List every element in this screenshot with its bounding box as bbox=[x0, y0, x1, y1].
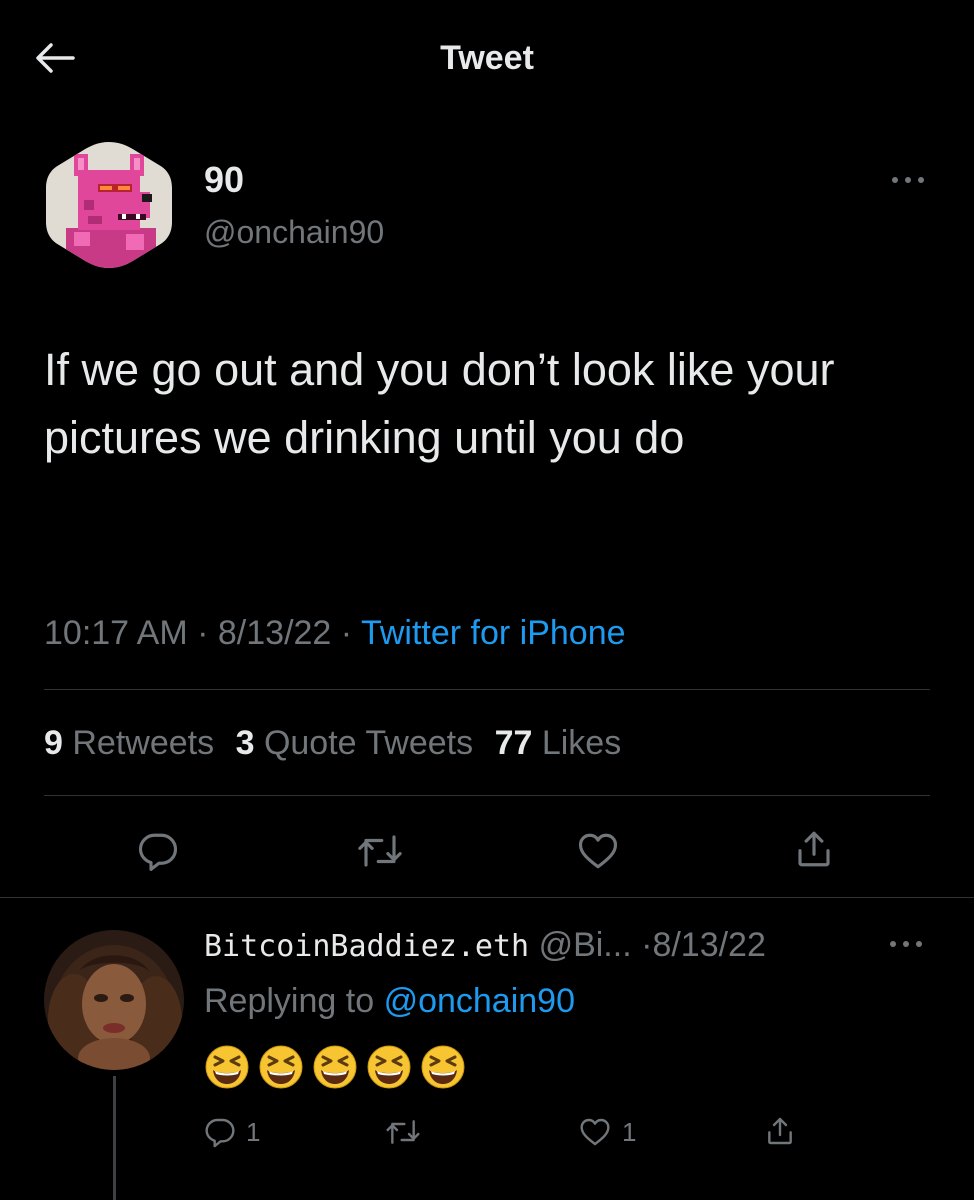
thread-line bbox=[113, 1076, 116, 1200]
reply-header: BitcoinBaddiez.eth @Bi... ·8/13/22 bbox=[204, 920, 766, 972]
tweet-time: 10:17 AM bbox=[44, 614, 188, 652]
reply-separator: · bbox=[641, 926, 653, 964]
divider bbox=[0, 897, 974, 898]
retweets-stat[interactable]: 9 Retweets bbox=[44, 724, 214, 762]
meta-separator: · bbox=[197, 614, 209, 652]
grinning-squinting-face-icon bbox=[367, 1045, 411, 1089]
share-button[interactable] bbox=[786, 822, 842, 876]
author-handle[interactable]: @onchain90 bbox=[204, 210, 384, 254]
reply-author-name[interactable]: BitcoinBaddiez.eth bbox=[204, 929, 529, 964]
divider bbox=[44, 689, 930, 690]
reply-count: 1 bbox=[246, 1116, 261, 1147]
page-title: Tweet bbox=[440, 39, 534, 77]
divider bbox=[44, 795, 930, 796]
reply-share-button[interactable] bbox=[764, 1108, 796, 1154]
more-horizontal-icon bbox=[890, 941, 922, 947]
grinning-squinting-face-icon bbox=[205, 1045, 249, 1089]
comment-icon bbox=[138, 833, 178, 871]
reply-author-avatar[interactable] bbox=[44, 930, 184, 1070]
likes-stat[interactable]: 77 Likes bbox=[495, 724, 622, 762]
reply-retweet-button[interactable] bbox=[384, 1110, 422, 1154]
grinning-squinting-face-icon bbox=[421, 1045, 465, 1089]
heart-icon bbox=[580, 1118, 610, 1146]
share-icon bbox=[798, 831, 830, 867]
heart-icon bbox=[578, 833, 618, 869]
grinning-squinting-face-icon bbox=[313, 1045, 357, 1089]
replying-mention-link[interactable]: @onchain90 bbox=[384, 982, 575, 1020]
more-options-button[interactable] bbox=[888, 166, 928, 194]
reply-emojis bbox=[204, 1044, 466, 1090]
retweet-icon bbox=[358, 835, 402, 867]
tweet-date: 8/13/22 bbox=[217, 614, 332, 652]
reply-reply-button[interactable]: 1 bbox=[204, 1110, 260, 1154]
like-button[interactable] bbox=[570, 826, 626, 876]
meta-separator: · bbox=[340, 614, 353, 652]
author-name[interactable]: 90 bbox=[204, 158, 244, 202]
tweet-stats: 9 Retweets 3 Quote Tweets 77 Likes bbox=[44, 718, 633, 768]
tweet-meta: 10:17 AM · 8/13/22 · Twitter for iPhone bbox=[44, 608, 626, 658]
reply-author-handle[interactable]: @Bi... bbox=[539, 926, 632, 964]
share-icon bbox=[768, 1117, 792, 1145]
quote-tweets-stat[interactable]: 3 Quote Tweets bbox=[236, 724, 474, 762]
tweet-text: If we go out and you don’t look like you… bbox=[44, 344, 835, 463]
comment-icon bbox=[205, 1118, 235, 1148]
retweet-icon bbox=[386, 1120, 420, 1144]
grinning-squinting-face-icon bbox=[259, 1045, 303, 1089]
author-avatar[interactable] bbox=[44, 140, 174, 270]
reply-like-button[interactable]: 1 bbox=[578, 1110, 636, 1154]
more-horizontal-icon bbox=[892, 177, 924, 183]
replying-to: Replying to @onchain90 bbox=[204, 976, 575, 1026]
reply-button[interactable] bbox=[130, 826, 186, 876]
replying-label: Replying to bbox=[204, 982, 375, 1020]
reply-more-options-button[interactable] bbox=[886, 930, 926, 958]
retweet-button[interactable] bbox=[350, 826, 410, 876]
reply-date: 8/13/22 bbox=[652, 926, 766, 964]
tweet-source-link[interactable]: Twitter for iPhone bbox=[361, 614, 626, 652]
like-count: 1 bbox=[622, 1116, 637, 1147]
